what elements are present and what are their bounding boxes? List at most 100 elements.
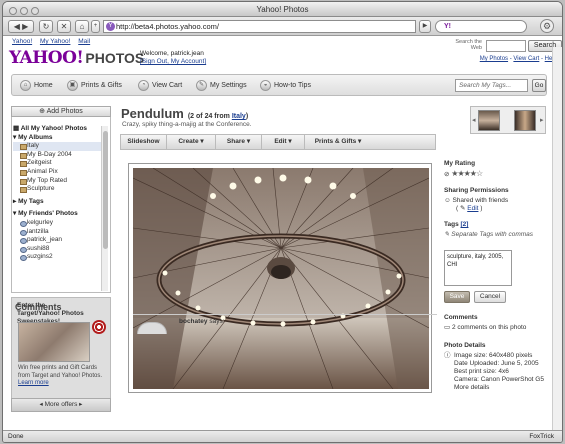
- signout-links[interactable]: [Sign Out, My Account]: [140, 58, 206, 65]
- web-search-input[interactable]: [486, 40, 526, 52]
- tips-icon: ◒: [260, 80, 271, 91]
- album-bday[interactable]: My B-Day 2004: [13, 151, 101, 160]
- photo-details-section: Photo Details ⓘ Image size: 640x480 pixe…: [444, 342, 548, 392]
- album-zeitgeist[interactable]: Zeitgeist: [13, 159, 101, 168]
- view-cart-link[interactable]: View Cart: [513, 56, 539, 62]
- album-tree: ▦ All My Yahoo! Photos ▾ My Albums Italy…: [13, 125, 101, 262]
- url-field[interactable]: Y http://beta4.photos.yahoo.com/: [103, 20, 416, 33]
- edit-menu[interactable]: Edit ▾: [262, 135, 305, 149]
- page-scrollbar[interactable]: [552, 47, 562, 430]
- tags-textarea[interactable]: sculpture, italy, 2005, CHI: [444, 250, 512, 286]
- friend-lantzilla[interactable]: lantzilla: [13, 228, 101, 237]
- reload-button[interactable]: ↻: [39, 20, 53, 33]
- comments-heading: Comments: [15, 302, 62, 312]
- prev-thumbnail[interactable]: [478, 110, 500, 131]
- scroll-thumb[interactable]: [103, 131, 108, 249]
- tags-hint: ✎ Separate Tags with commas: [444, 231, 548, 239]
- album-link[interactable]: Italy: [232, 113, 246, 120]
- album-top-rated[interactable]: My Top Rated: [13, 177, 101, 186]
- add-photos-button[interactable]: ⊕ Add Photos: [11, 106, 111, 117]
- browser-search-field[interactable]: Y!: [435, 20, 527, 33]
- bookmark-my-yahoo[interactable]: My Yahoo!: [40, 38, 70, 45]
- home-icon: ⌂: [20, 80, 31, 91]
- album-sculpture[interactable]: Sculpture: [13, 185, 101, 194]
- gift-icon: ▣: [67, 80, 78, 91]
- comment-says: says:: [209, 318, 225, 325]
- more-details-link[interactable]: More details: [454, 384, 548, 392]
- tags-count[interactable]: [2]: [461, 221, 469, 228]
- photo-title: Pendulum: [121, 106, 184, 121]
- clear-rating-icon[interactable]: ⊘: [444, 171, 449, 178]
- edit-label: Edit: [274, 138, 287, 145]
- detail-lines: ⓘ Image size: 640x480 pixels Date Upload…: [444, 352, 548, 392]
- my-rating-label: My Rating: [444, 160, 476, 167]
- comments-summary: Comments ▭ 2 comments on this photo: [444, 314, 548, 332]
- nav-my-settings[interactable]: ✎ My Settings: [196, 80, 247, 91]
- tag-search-input[interactable]: Search My Tags...: [455, 79, 528, 92]
- promo-image[interactable]: [18, 322, 90, 362]
- friend-suzgins2[interactable]: suzgins2: [13, 253, 101, 262]
- yahoo-photos-logo[interactable]: YAHOO! PHOTOS: [9, 48, 144, 68]
- nav-home[interactable]: ⌂ Home: [20, 80, 53, 91]
- search-label: Search the Web: [455, 39, 482, 51]
- sidebar-scrollbar[interactable]: [101, 126, 108, 291]
- cancel-tags-button[interactable]: Cancel: [474, 291, 506, 303]
- friend-patrick-jean[interactable]: patrick_jean: [13, 236, 101, 245]
- sharing-label: Sharing Permissions: [444, 187, 509, 194]
- search-engine-label: Y!: [444, 23, 451, 30]
- zoom-button[interactable]: [31, 7, 39, 15]
- tag-go-button[interactable]: Go: [532, 79, 546, 92]
- photo-count: (2 of 24 from: [187, 113, 230, 120]
- nav-prints-gifts[interactable]: ▣ Prints & Gifts: [67, 80, 122, 91]
- friend-kelgurley[interactable]: kelgurley: [13, 219, 101, 228]
- sharing-edit-link[interactable]: Edit: [467, 205, 478, 212]
- album-animal-pix[interactable]: Animal Pix: [13, 168, 101, 177]
- friend-sushi88[interactable]: sushi88: [13, 245, 101, 254]
- next-thumbnail[interactable]: [514, 110, 536, 131]
- more-offers-button[interactable]: ◂ More offers ▸: [11, 398, 111, 412]
- my-tags-toggle[interactable]: ▸ My Tags: [13, 198, 101, 207]
- gear-icon[interactable]: ⚙: [540, 19, 554, 33]
- bookmark-yahoo[interactable]: Yahoo!: [12, 38, 32, 45]
- learn-more-link[interactable]: Learn more: [18, 380, 49, 386]
- nav-view-cart[interactable]: ◔ View Cart: [138, 80, 182, 91]
- comment-author[interactable]: bochatey: [179, 318, 208, 325]
- reload-icon: ↻: [42, 22, 50, 31]
- my-albums-toggle[interactable]: ▾ My Albums: [13, 134, 101, 143]
- close-window-button[interactable]: [9, 7, 17, 15]
- save-tags-button[interactable]: Save: [444, 291, 470, 303]
- nav-home-label: Home: [34, 82, 53, 89]
- photo-details-panel: My Rating ⊘ ★★★★☆ Sharing Permissions ☺ …: [444, 160, 548, 391]
- back-forward-button[interactable]: ◀ ▶: [8, 20, 34, 33]
- pendulum-photo[interactable]: [133, 168, 429, 389]
- bookmark-mail[interactable]: Mail: [78, 38, 90, 45]
- add-bookmark-button[interactable]: +: [91, 20, 100, 33]
- tags-hint-text: Separate Tags with commas: [451, 231, 534, 238]
- share-menu[interactable]: Share ▾: [216, 135, 262, 149]
- go-button[interactable]: ▶: [419, 20, 431, 33]
- stop-button[interactable]: ✕: [57, 20, 71, 33]
- nav-cart-label: View Cart: [152, 82, 183, 89]
- next-photo-icon[interactable]: ▸: [540, 116, 544, 124]
- friends-toggle[interactable]: ▾ My Friends' Photos: [13, 210, 101, 219]
- photo-image: [133, 168, 429, 389]
- main-nav: ⌂ Home ▣ Prints & Gifts ◔ View Cart ✎ My Set…: [11, 74, 547, 96]
- home-button[interactable]: ⌂: [75, 20, 89, 33]
- welcome-user: Welcome, patrick.jean: [140, 50, 204, 57]
- nav-how-to-tips[interactable]: ◒ How-to Tips: [260, 80, 311, 91]
- prints-gifts-menu[interactable]: Prints & Gifts ▾: [305, 135, 371, 149]
- my-photos-link[interactable]: My Photos: [480, 56, 508, 62]
- avatar[interactable]: [137, 322, 167, 334]
- all-photos-link[interactable]: ▦ All My Yahoo! Photos: [13, 125, 101, 134]
- album-italy[interactable]: Italy: [13, 142, 101, 151]
- rating-stars[interactable]: ⊘ ★★★★☆: [444, 170, 548, 179]
- minimize-button[interactable]: [20, 7, 28, 15]
- status-extension: FoxTrick: [529, 433, 554, 440]
- prev-photo-icon[interactable]: ◂: [472, 116, 476, 124]
- comments-count[interactable]: ▭ 2 comments on this photo: [444, 324, 548, 332]
- logo-sub-text: PHOTOS: [85, 50, 145, 66]
- friends-label: My Friends' Photos: [18, 210, 78, 218]
- slideshow-button[interactable]: Slideshow: [121, 135, 167, 149]
- create-menu[interactable]: Create ▾: [167, 135, 216, 149]
- star-rating-icon[interactable]: ★★★★☆: [451, 169, 483, 178]
